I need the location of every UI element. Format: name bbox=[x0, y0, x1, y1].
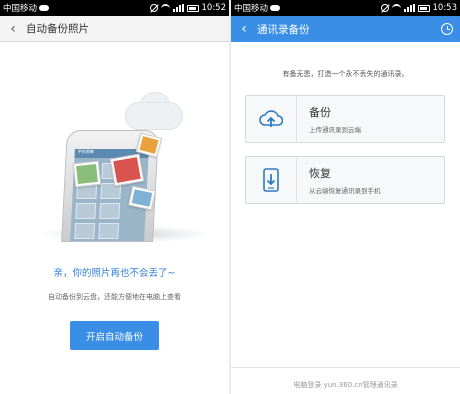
thumb bbox=[75, 203, 97, 219]
status-icons: 10:52 bbox=[149, 3, 227, 13]
battery-icon bbox=[186, 4, 199, 12]
screens: 中国移动 10:52 ‹ 自动备份照片 手机图库 亲，你的照片再也不会丢了~ 自… bbox=[0, 0, 460, 394]
signal-icon bbox=[403, 4, 415, 12]
carrier-label: 中国移动 bbox=[3, 4, 38, 14]
thumb bbox=[98, 223, 120, 239]
back-icon[interactable]: ‹ bbox=[0, 21, 26, 37]
wifi-icon bbox=[160, 3, 170, 13]
wifi-icon bbox=[391, 3, 401, 13]
auto-backup-screen: 中国移动 10:52 ‹ 自动备份照片 手机图库 亲，你的照片再也不会丢了~ 自… bbox=[0, 0, 229, 394]
page-title: 通讯录备份 bbox=[257, 23, 310, 36]
download-phone-icon bbox=[246, 157, 296, 203]
thumb bbox=[74, 223, 96, 239]
enable-auto-backup-button[interactable]: 开启自动备份 bbox=[70, 321, 159, 350]
cloud-icon bbox=[39, 5, 50, 11]
restore-card[interactable]: 恢复 从云端恢复通讯录到手机 bbox=[245, 156, 445, 204]
status-bar: 中国移动 10:52 bbox=[0, 0, 229, 16]
upload-cloud-icon bbox=[246, 96, 296, 142]
mute-icon bbox=[149, 4, 158, 12]
slogan: 亲，你的照片再也不会丢了~ bbox=[53, 268, 176, 279]
restore-title: 恢复 bbox=[309, 167, 331, 180]
status-icons: 10:53 bbox=[380, 3, 458, 13]
contacts-backup-screen: 中国移动 10:53 ‹ 通讯录备份 有备无患，打造一个永不丢失的通讯录。 备份… bbox=[231, 0, 460, 394]
footer-link[interactable]: 电脑登录 yun.360.cn管理通讯录 bbox=[231, 380, 460, 390]
signal-icon bbox=[172, 4, 184, 12]
cloud-icon bbox=[270, 5, 281, 11]
divider bbox=[231, 367, 460, 368]
status-bar: 中国移动 10:53 bbox=[231, 0, 460, 16]
thumb bbox=[99, 203, 121, 219]
phone-illustration: 手机图库 bbox=[40, 90, 210, 243]
battery-icon bbox=[417, 4, 430, 12]
back-icon[interactable]: ‹ bbox=[231, 21, 257, 37]
history-button[interactable] bbox=[434, 23, 460, 35]
carrier-label: 中国移动 bbox=[234, 4, 269, 14]
floating-photo bbox=[72, 160, 102, 188]
clock-icon bbox=[441, 23, 453, 35]
backup-card[interactable]: 备份 上传通讯录到云端 bbox=[245, 95, 445, 143]
description: 自动备份到云盘，还能方便地在电脑上查看 bbox=[48, 293, 181, 301]
header: ‹ 通讯录备份 bbox=[231, 16, 460, 42]
tagline: 有备无患，打造一个永不丢失的通讯录。 bbox=[282, 70, 409, 78]
mute-icon bbox=[380, 4, 389, 12]
header: ‹ 自动备份照片 bbox=[0, 16, 229, 42]
backup-title: 备份 bbox=[309, 106, 331, 119]
page-title: 自动备份照片 bbox=[26, 23, 89, 35]
floating-photo bbox=[109, 153, 145, 187]
restore-desc: 从云端恢复通讯录到手机 bbox=[309, 187, 381, 195]
clock-label: 10:52 bbox=[201, 3, 227, 13]
backup-desc: 上传通讯录到云端 bbox=[309, 126, 361, 134]
cloud-shape bbox=[125, 102, 183, 130]
clock-label: 10:53 bbox=[432, 3, 458, 13]
